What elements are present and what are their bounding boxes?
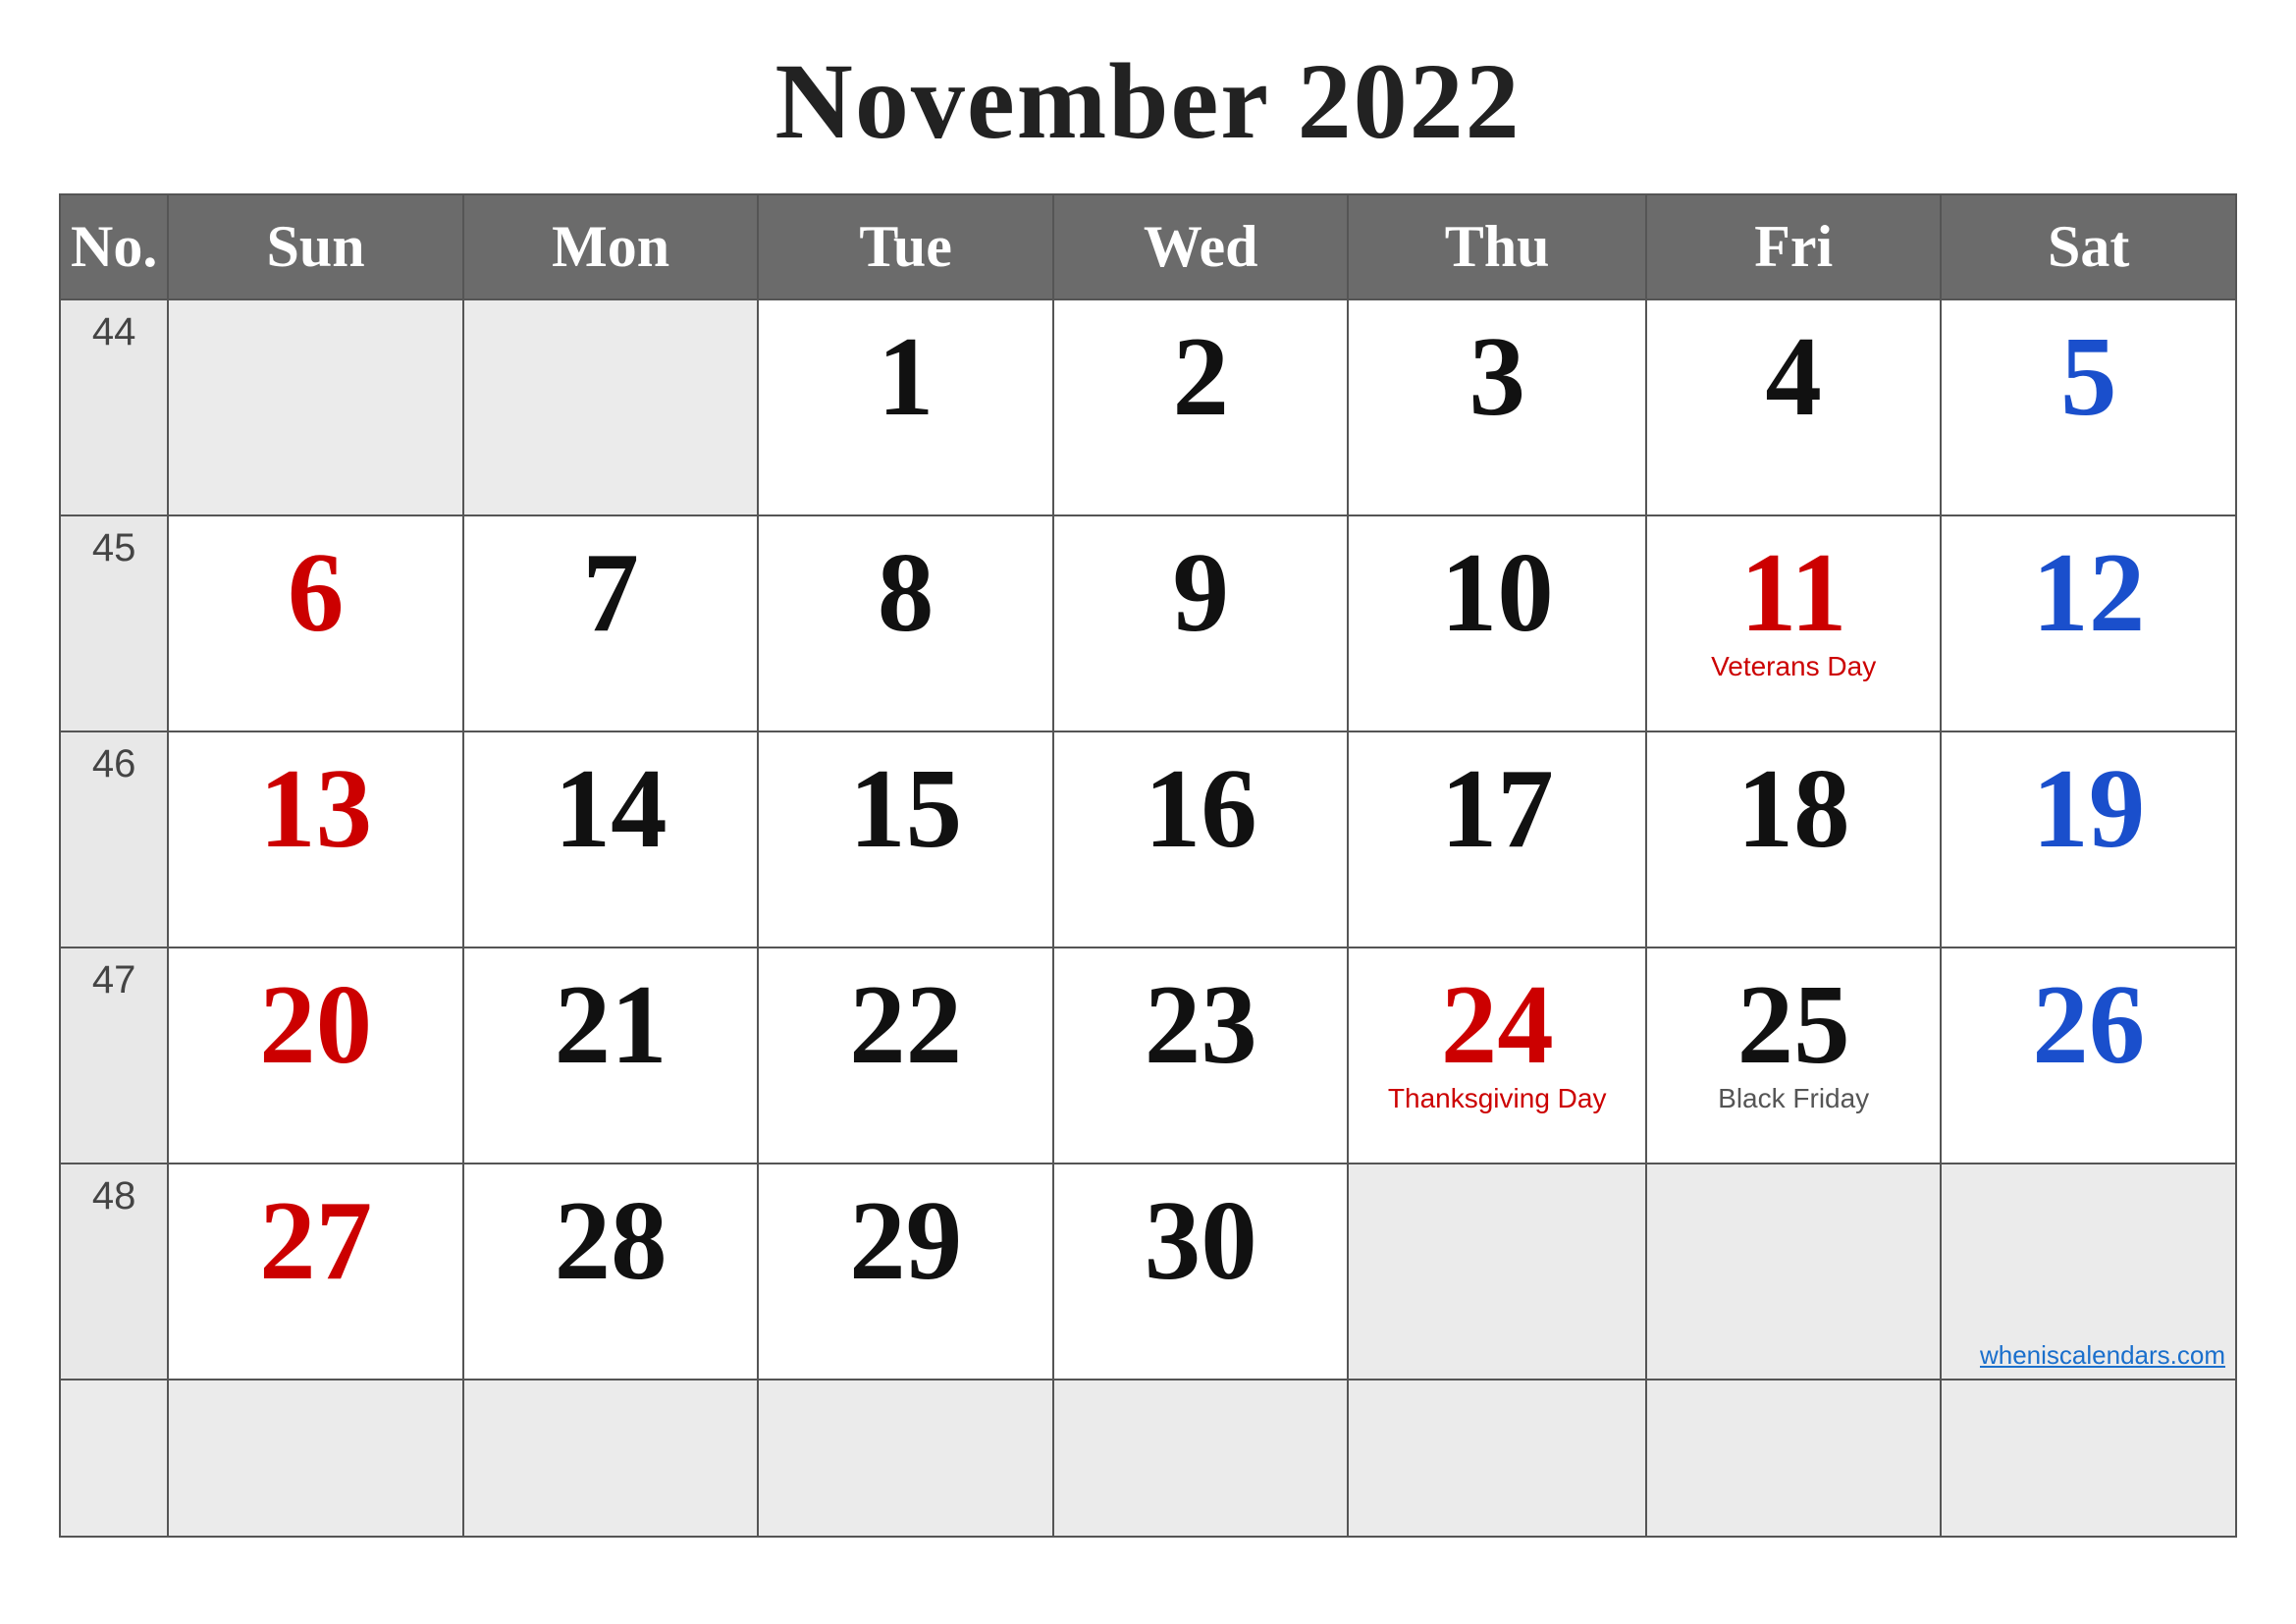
week-row-44: 44 12345 — [60, 299, 2236, 515]
week-number: 46 — [60, 731, 168, 947]
day-cell: 9 — [1053, 515, 1349, 731]
day-cell: 18 — [1646, 731, 1942, 947]
day-number: 26 — [1956, 968, 2220, 1081]
day-cell: 8 — [758, 515, 1053, 731]
header-row: No. Sun Mon Tue Wed Thu Fri Sat — [60, 194, 2236, 299]
week-row-47: 472021222324Thanksgiving Day25Black Frid… — [60, 947, 2236, 1164]
day-number: 13 — [184, 752, 448, 865]
day-number: 17 — [1363, 752, 1629, 865]
day-number: 2 — [1069, 320, 1333, 433]
week-number: 48 — [60, 1164, 168, 1380]
day-cell: 16 — [1053, 731, 1349, 947]
day-cell: 6 — [168, 515, 463, 731]
day-number: 23 — [1069, 968, 1333, 1081]
day-number: 4 — [1662, 320, 1926, 433]
day-number: 10 — [1363, 536, 1629, 649]
day-cell: 30 — [1053, 1164, 1349, 1380]
col-header-fri: Fri — [1646, 194, 1942, 299]
day-cell: 23 — [1053, 947, 1349, 1164]
week-number: 47 — [60, 947, 168, 1164]
day-cell: 12 — [1941, 515, 2236, 731]
day-cell — [1646, 1164, 1942, 1380]
day-number: 15 — [774, 752, 1038, 865]
day-cell: 1 — [758, 299, 1053, 515]
holiday-label: Thanksgiving Day — [1363, 1083, 1629, 1114]
empty-day-cell — [1348, 1380, 1645, 1537]
col-header-mon: Mon — [463, 194, 759, 299]
day-cell: 11Veterans Day — [1646, 515, 1942, 731]
week-number: 45 — [60, 515, 168, 731]
day-cell: 21 — [463, 947, 759, 1164]
day-cell: 27 — [168, 1164, 463, 1380]
watermark-link[interactable]: wheniscalendars.com — [1980, 1340, 2225, 1371]
day-cell: 22 — [758, 947, 1053, 1164]
day-number: 12 — [1956, 536, 2220, 649]
empty-final-row — [60, 1380, 2236, 1537]
day-cell: 29 — [758, 1164, 1053, 1380]
day-number: 3 — [1363, 320, 1629, 433]
day-cell: 20 — [168, 947, 463, 1164]
week-row-46: 4613 14 15 16 17 18 19 — [60, 731, 2236, 947]
day-number: 27 — [184, 1184, 448, 1297]
week-row-48: 4827 28 29 30 wheniscalendars.com — [60, 1164, 2236, 1380]
empty-day-cell — [758, 1380, 1053, 1537]
holiday-label: Veterans Day — [1662, 651, 1926, 682]
empty-day-cell — [168, 1380, 463, 1537]
day-cell: 13 — [168, 731, 463, 947]
day-number: 11 — [1662, 536, 1926, 649]
day-number: 16 — [1069, 752, 1333, 865]
day-cell — [463, 299, 759, 515]
day-cell: 4 — [1646, 299, 1942, 515]
day-number: 21 — [479, 968, 743, 1081]
calendar-table: No. Sun Mon Tue Wed Thu Fri Sat 44123454… — [59, 193, 2237, 1538]
day-number: 7 — [479, 536, 743, 649]
day-number: 8 — [774, 536, 1038, 649]
day-cell: 2 — [1053, 299, 1349, 515]
day-number: 5 — [1956, 320, 2220, 433]
day-cell — [1348, 1164, 1645, 1380]
empty-day-cell — [1941, 1380, 2236, 1537]
col-header-no: No. — [60, 194, 168, 299]
empty-day-cell — [463, 1380, 759, 1537]
day-cell — [168, 299, 463, 515]
day-number: 30 — [1069, 1184, 1333, 1297]
week-row-45: 4567891011Veterans Day12 — [60, 515, 2236, 731]
day-number: 14 — [479, 752, 743, 865]
day-cell: 14 — [463, 731, 759, 947]
col-header-tue: Tue — [758, 194, 1053, 299]
day-cell: wheniscalendars.com — [1941, 1164, 2236, 1380]
day-number: 22 — [774, 968, 1038, 1081]
day-number: 9 — [1069, 536, 1333, 649]
holiday-label: Black Friday — [1662, 1083, 1926, 1114]
day-cell: 15 — [758, 731, 1053, 947]
empty-day-cell — [1646, 1380, 1942, 1537]
day-cell: 3 — [1348, 299, 1645, 515]
day-cell: 5 — [1941, 299, 2236, 515]
week-number-empty — [60, 1380, 168, 1537]
day-cell: 24Thanksgiving Day — [1348, 947, 1645, 1164]
col-header-thu: Thu — [1348, 194, 1645, 299]
day-cell: 26 — [1941, 947, 2236, 1164]
day-number: 29 — [774, 1184, 1038, 1297]
day-number: 6 — [184, 536, 448, 649]
day-number: 25 — [1662, 968, 1926, 1081]
day-number: 28 — [479, 1184, 743, 1297]
col-header-sat: Sat — [1941, 194, 2236, 299]
col-header-wed: Wed — [1053, 194, 1349, 299]
day-number: 20 — [184, 968, 448, 1081]
page-title: November 2022 — [774, 39, 1521, 164]
day-number: 19 — [1956, 752, 2220, 865]
week-number: 44 — [60, 299, 168, 515]
day-cell: 28 — [463, 1164, 759, 1380]
day-cell: 10 — [1348, 515, 1645, 731]
day-number: 18 — [1662, 752, 1926, 865]
day-number: 24 — [1363, 968, 1629, 1081]
day-cell: 17 — [1348, 731, 1645, 947]
day-cell: 25Black Friday — [1646, 947, 1942, 1164]
day-number: 1 — [774, 320, 1038, 433]
empty-day-cell — [1053, 1380, 1349, 1537]
day-cell: 7 — [463, 515, 759, 731]
col-header-sun: Sun — [168, 194, 463, 299]
day-cell: 19 — [1941, 731, 2236, 947]
